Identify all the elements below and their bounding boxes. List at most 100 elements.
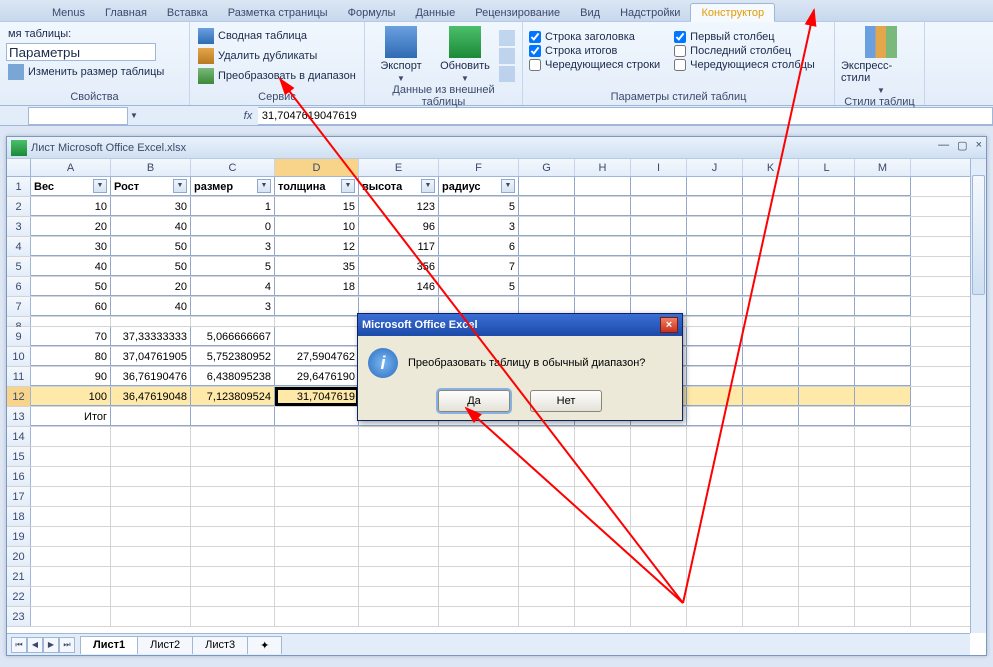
cell[interactable]: высота▼ [359, 177, 439, 196]
select-all-corner[interactable] [7, 159, 31, 176]
cell[interactable] [111, 607, 191, 626]
cell[interactable] [855, 217, 911, 236]
cell[interactable]: 3 [191, 237, 275, 256]
cell[interactable] [631, 257, 687, 276]
last-column-checkbox[interactable]: Последний столбец [674, 45, 815, 57]
cell[interactable]: 5,752380952 [191, 347, 275, 366]
banded-columns-checkbox[interactable]: Чередующиеся столбцы [674, 59, 815, 71]
row-header[interactable]: 8 [7, 317, 31, 326]
cell[interactable] [855, 567, 911, 586]
cell[interactable]: 356 [359, 257, 439, 276]
cell[interactable] [855, 367, 911, 386]
cell[interactable] [743, 327, 799, 346]
cell[interactable] [359, 447, 439, 466]
filter-button[interactable]: ▼ [501, 179, 515, 193]
cell[interactable] [111, 587, 191, 606]
cell[interactable]: 7 [439, 257, 519, 276]
cell[interactable] [631, 177, 687, 196]
cell[interactable]: размер▼ [191, 177, 275, 196]
cell[interactable] [743, 387, 799, 406]
cell[interactable] [855, 547, 911, 566]
cell[interactable] [439, 447, 519, 466]
cell[interactable] [275, 487, 359, 506]
cell[interactable] [519, 587, 575, 606]
row-header[interactable]: 4 [7, 237, 31, 256]
column-header-G[interactable]: G [519, 159, 575, 176]
cell[interactable] [631, 217, 687, 236]
cell[interactable] [575, 217, 631, 236]
cell[interactable] [743, 607, 799, 626]
cell[interactable] [631, 527, 687, 546]
cell[interactable] [799, 367, 855, 386]
cell[interactable] [275, 507, 359, 526]
cell[interactable] [275, 297, 359, 316]
cell[interactable] [743, 587, 799, 606]
name-box[interactable] [28, 107, 128, 125]
column-header-E[interactable]: E [359, 159, 439, 176]
row-header[interactable]: 3 [7, 217, 31, 236]
cell[interactable] [743, 297, 799, 316]
cell[interactable] [31, 547, 111, 566]
cell[interactable] [687, 327, 743, 346]
cell[interactable] [111, 487, 191, 506]
row-header[interactable]: 9 [7, 327, 31, 346]
tab-page-layout[interactable]: Разметка страницы [218, 4, 338, 21]
sheet-nav-first[interactable]: ⏮ [11, 637, 27, 653]
vertical-scrollbar[interactable] [970, 159, 986, 633]
cell[interactable] [519, 487, 575, 506]
cell[interactable] [359, 587, 439, 606]
cell[interactable]: 15 [275, 197, 359, 216]
cell[interactable]: 123 [359, 197, 439, 216]
cell[interactable] [687, 317, 743, 326]
cell[interactable] [743, 547, 799, 566]
cell[interactable] [799, 427, 855, 446]
cell[interactable] [855, 177, 911, 196]
cell[interactable] [439, 487, 519, 506]
cell[interactable] [799, 237, 855, 256]
cell[interactable]: 6,438095238 [191, 367, 275, 386]
cell[interactable] [575, 587, 631, 606]
filter-button[interactable]: ▼ [257, 179, 271, 193]
cell[interactable] [439, 607, 519, 626]
cell[interactable] [191, 547, 275, 566]
cell[interactable] [687, 277, 743, 296]
banded-rows-checkbox[interactable]: Чередующиеся строки [529, 59, 660, 71]
cell[interactable] [743, 527, 799, 546]
column-header-K[interactable]: K [743, 159, 799, 176]
cell[interactable]: 30 [31, 237, 111, 256]
cell[interactable] [855, 317, 911, 326]
cell[interactable] [275, 407, 359, 426]
cell[interactable] [743, 257, 799, 276]
cell[interactable] [519, 277, 575, 296]
cell[interactable] [191, 317, 275, 326]
row-header[interactable]: 19 [7, 527, 31, 546]
cell[interactable]: 100 [31, 387, 111, 406]
table-name-input[interactable] [6, 43, 156, 61]
cell[interactable]: 10 [31, 197, 111, 216]
cell[interactable] [687, 367, 743, 386]
cell[interactable] [855, 237, 911, 256]
cell[interactable] [855, 347, 911, 366]
row-header[interactable]: 17 [7, 487, 31, 506]
row-header[interactable]: 23 [7, 607, 31, 626]
cell[interactable] [855, 197, 911, 216]
cell[interactable] [575, 177, 631, 196]
cell[interactable] [275, 427, 359, 446]
cell[interactable] [687, 527, 743, 546]
cell[interactable] [743, 407, 799, 426]
row-header[interactable]: 15 [7, 447, 31, 466]
cell[interactable] [191, 407, 275, 426]
sheet-nav-next[interactable]: ▶ [43, 637, 59, 653]
cell[interactable] [631, 547, 687, 566]
cell[interactable] [743, 217, 799, 236]
cell[interactable]: Итог [31, 407, 111, 426]
cell[interactable] [743, 197, 799, 216]
cell[interactable] [575, 507, 631, 526]
refresh-button[interactable]: Обновить▼ [435, 24, 495, 83]
cell[interactable] [439, 547, 519, 566]
column-header-H[interactable]: H [575, 159, 631, 176]
cell[interactable] [519, 527, 575, 546]
cell[interactable] [855, 277, 911, 296]
tab-menus[interactable]: Menus [42, 4, 95, 21]
cell[interactable] [799, 177, 855, 196]
